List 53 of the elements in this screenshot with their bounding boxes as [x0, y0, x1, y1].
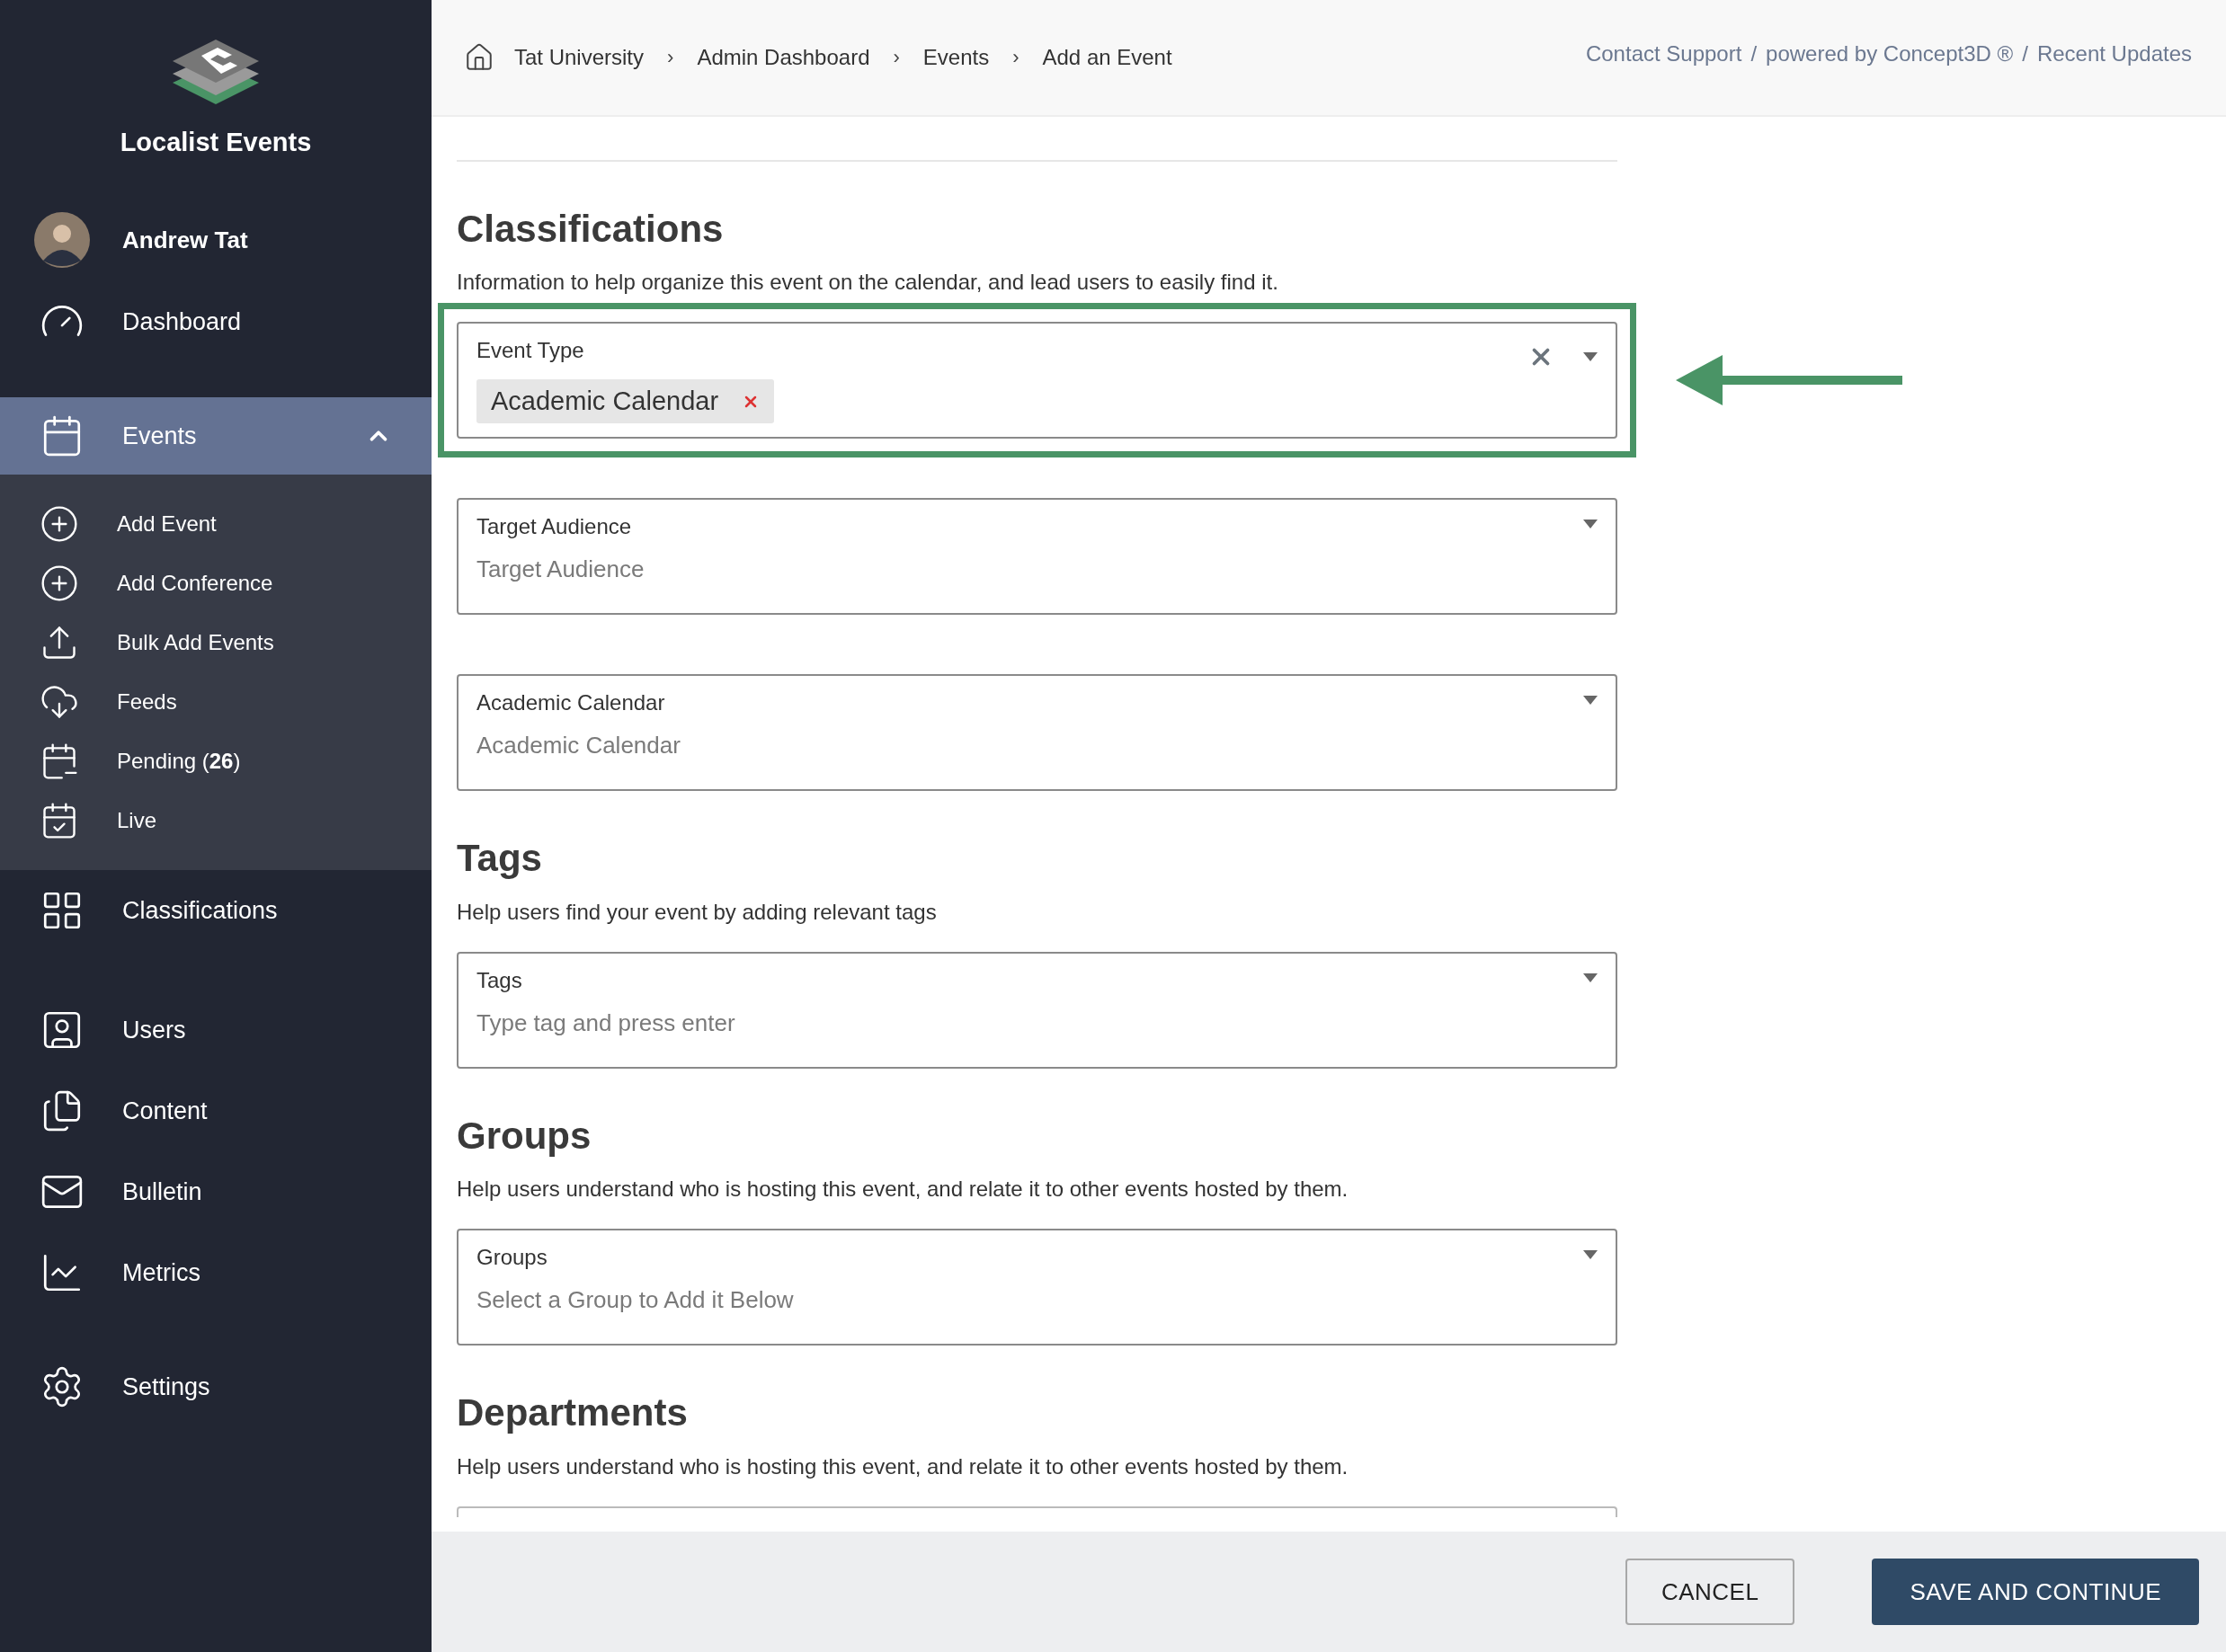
- nav-item[interactable]: Classifications: [0, 872, 432, 949]
- section-description: Help users understand who is hosting this event, and relate it to other events hosted by them.: [457, 1453, 1349, 1479]
- selected-tag[interactable]: Academic Calendar: [476, 379, 775, 424]
- nav-subitem[interactable]: Bulk Add Events: [0, 613, 432, 672]
- select-field[interactable]: Groups Select a Group to Add it Below: [457, 1229, 1617, 1346]
- section-title: Classifications: [457, 207, 725, 252]
- breadcrumb-link[interactable]: Tat University: [514, 45, 645, 70]
- nav-subitem[interactable]: Feeds: [0, 672, 432, 732]
- save-button[interactable]: SAVE AND CONTINUE: [1872, 1559, 2199, 1625]
- nav-item[interactable]: Content: [0, 1071, 432, 1150]
- field-label: Target Audience: [476, 514, 632, 540]
- section-title: Departments: [457, 1390, 689, 1436]
- select-field[interactable]: Tags Type tag and press enter: [457, 951, 1617, 1069]
- nav-item[interactable]: Metrics: [0, 1233, 432, 1312]
- field-label: Academic Calendar: [476, 690, 665, 716]
- link-separator: /: [1750, 41, 1758, 67]
- breadcrumb-link[interactable]: Admin Dashboard: [697, 45, 870, 70]
- breadcrumb-separator: ›: [892, 46, 901, 69]
- header-link[interactable]: Contact Support: [1585, 41, 1742, 67]
- nav-item[interactable]: Users: [0, 990, 432, 1070]
- placeholder-text: Academic Calendar: [476, 732, 681, 760]
- breadcrumb-separator: ›: [666, 46, 675, 69]
- nav-subitem[interactable]: Pending (26): [0, 732, 432, 791]
- section-description: Help users find your event by adding relevant tags: [457, 899, 938, 925]
- select-field[interactable]: Academic Calendar Academic Calendar: [457, 674, 1617, 792]
- section-description: Information to help organize this event on the calendar, and lead users to easily find it.: [457, 270, 1279, 296]
- header-link[interactable]: powered by Concept3D ®: [1766, 41, 2014, 67]
- section-description: Help users understand who is hosting this event, and relate it to other events hosted by them.: [457, 1177, 1349, 1203]
- link-separator: /: [2022, 41, 2028, 67]
- placeholder-text: Target Audience: [476, 555, 645, 584]
- placeholder-text: Select a Group to Add it Below: [476, 1286, 794, 1315]
- nav-item[interactable]: Settings: [0, 1348, 432, 1426]
- field-label: Event Type: [476, 338, 584, 364]
- nav-subitem[interactable]: Live: [0, 791, 432, 850]
- section-title: Groups: [457, 1113, 592, 1159]
- nav-subitem[interactable]: Add Event: [0, 494, 432, 554]
- breadcrumb-separator: ›: [1011, 46, 1020, 69]
- section-title: Tags: [457, 836, 543, 882]
- select-field[interactable]: Target Audience Target Audience: [457, 498, 1617, 616]
- nav-item[interactable]: Bulletin: [0, 1152, 432, 1231]
- field-label: Groups: [476, 1245, 548, 1271]
- brand-name: Localist Events: [120, 128, 312, 157]
- select-field[interactable]: Event Type Academic Calendar: [457, 322, 1617, 440]
- user-name[interactable]: Andrew Tat: [122, 226, 392, 254]
- placeholder-text: Type tag and press enter: [476, 1008, 735, 1037]
- nav-item[interactable]: Dashboard: [0, 280, 432, 363]
- cancel-button[interactable]: CANCEL: [1625, 1559, 1795, 1625]
- nav-item[interactable]: Events: [0, 397, 432, 475]
- field-label: Tags: [476, 967, 522, 993]
- breadcrumb-link[interactable]: Add an Event: [1042, 45, 1172, 70]
- breadcrumb-link[interactable]: Events: [922, 45, 990, 70]
- header-link[interactable]: Recent Updates: [2036, 41, 2192, 67]
- nav-subitem[interactable]: Add Conference: [0, 554, 432, 613]
